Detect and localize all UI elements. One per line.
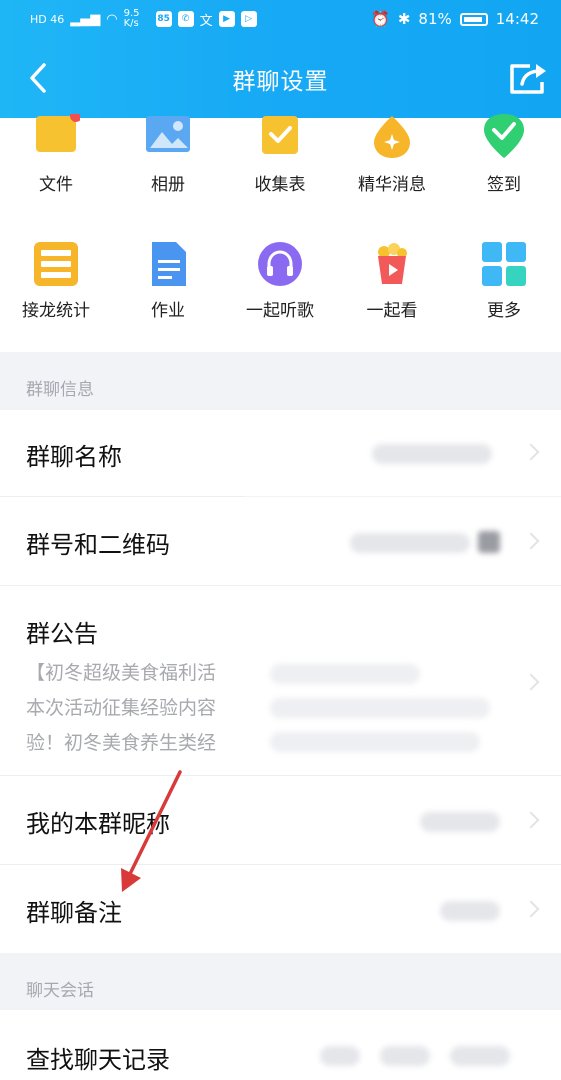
network-speed: 9.5 K/s [123, 8, 140, 29]
announcement-preview: 【初冬超级美食福利活 本次活动征集经验内容 验！初冬美食养生类经 [26, 656, 216, 761]
clock: 14:42 [495, 10, 539, 28]
tool-check-in[interactable]: 签到 [448, 114, 560, 195]
folder-icon [36, 114, 80, 152]
check-in-icon [484, 114, 524, 158]
tool-label: 一起听歌 [246, 301, 314, 321]
row-label: 查找聊天记录 [26, 1046, 170, 1074]
tool-watch-together[interactable]: 一起看 [336, 240, 448, 321]
title-bar: 群聊设置 [0, 48, 561, 110]
qr-code-icon [478, 531, 500, 553]
blurred-value [270, 698, 490, 718]
battery-percent: 81% [418, 10, 452, 28]
section-header-chat: 聊天会话 [0, 953, 561, 1010]
blurred-value [372, 444, 492, 464]
blurred-value [440, 901, 500, 921]
row-label: 群聊名称 [26, 443, 122, 471]
row-label: 群号和二维码 [26, 531, 170, 559]
popcorn-icon [378, 243, 407, 284]
tool-label: 接龙统计 [22, 301, 90, 321]
tool-label: 精华消息 [358, 175, 426, 195]
chevron-right-icon [522, 900, 540, 918]
tool-label: 签到 [487, 175, 521, 195]
tool-relay-stats[interactable]: 接龙统计 [0, 240, 112, 321]
alarm-icon: ⏰ [371, 10, 390, 28]
tool-album[interactable]: 相册 [112, 116, 224, 195]
row-group-id-qr[interactable]: 群号和二维码 [0, 497, 561, 585]
translate-icon: 文 [199, 13, 213, 29]
row-my-group-nickname[interactable]: 我的本群昵称 [0, 776, 561, 864]
tool-collection-form[interactable]: 收集表 [224, 116, 336, 195]
row-label: 群聊备注 [26, 899, 122, 927]
tool-label: 文件 [39, 175, 73, 195]
tool-label: 作业 [151, 301, 185, 321]
page-title: 群聊设置 [232, 69, 329, 95]
relay-list-icon [34, 242, 78, 286]
tool-homework[interactable]: 作业 [112, 240, 224, 321]
blurred-value [450, 1046, 510, 1066]
checklist-icon [262, 116, 298, 154]
tool-label: 相册 [151, 175, 185, 195]
app-notification-icon: ▶ [218, 11, 235, 27]
header-bar: HD 46 ▂▄▆ ◠ 9.5 K/s 85 ✆ 文 ▶ ▷ ⏰ ✱ 81% 1… [0, 0, 561, 118]
row-group-name[interactable]: 群聊名称 [0, 410, 561, 496]
announcement-line: 本次活动征集经验内容 [26, 697, 217, 719]
blurred-value [320, 1046, 360, 1066]
signal-icon: ▂▄▆ [70, 11, 101, 27]
essence-drop-icon [374, 116, 410, 158]
battery-icon [459, 12, 488, 26]
tool-label: 一起看 [366, 301, 418, 321]
row-group-remark[interactable]: 群聊备注 [0, 865, 561, 953]
tool-more[interactable]: 更多 [448, 240, 560, 321]
bluetooth-icon: ✱ [397, 10, 411, 28]
video-app-icon: ▷ [240, 11, 257, 27]
row-label: 群公告 [26, 620, 98, 648]
tool-essence-messages[interactable]: 精华消息 [336, 116, 448, 195]
grid-more-icon [482, 242, 526, 286]
chevron-right-icon [522, 443, 540, 461]
network-indicator: HD 46 [30, 12, 65, 26]
tool-file[interactable]: 文件 [0, 114, 112, 195]
share-icon [510, 64, 546, 94]
row-search-chat-history[interactable]: 查找聊天记录 [0, 1010, 561, 1080]
document-icon [152, 242, 186, 286]
row-announcement[interactable]: 群公告 【初冬超级美食福利活 本次活动征集经验内容 验！初冬美食养生类经 [0, 586, 561, 775]
chevron-right-icon [522, 811, 540, 829]
wifi-icon: ◠ [106, 11, 118, 27]
back-button[interactable] [18, 56, 58, 100]
headphones-icon [258, 242, 302, 286]
tool-listen-together[interactable]: 一起听歌 [224, 240, 336, 321]
group-tools-grid: 文件 相册 收集表 精华消息 签到 接龙统计 作业 一起听歌 一起看 更多 [0, 114, 561, 352]
blurred-value [270, 664, 420, 684]
blurred-value [380, 1046, 430, 1066]
chevron-right-icon [522, 532, 540, 550]
blurred-value [420, 812, 500, 832]
announcement-line: 【初冬超级美食福利活 [26, 662, 217, 684]
announcement-line: 验！初冬美食养生类经 [26, 732, 217, 754]
back-chevron-icon [30, 63, 46, 93]
photo-album-icon [146, 116, 190, 152]
tool-label: 收集表 [254, 175, 306, 195]
app-notification-icon: ✆ [177, 11, 194, 27]
row-label: 我的本群昵称 [26, 810, 170, 838]
status-bar: HD 46 ▂▄▆ ◠ 9.5 K/s 85 ✆ 文 ▶ ▷ ⏰ ✱ 81% 1… [0, 0, 561, 38]
section-header-group-info: 群聊信息 [0, 352, 561, 410]
tool-label: 更多 [487, 301, 521, 321]
blurred-value [270, 732, 480, 752]
share-button[interactable] [505, 56, 551, 102]
blurred-value [350, 533, 470, 553]
app-notification-icon: 85 [155, 11, 172, 27]
